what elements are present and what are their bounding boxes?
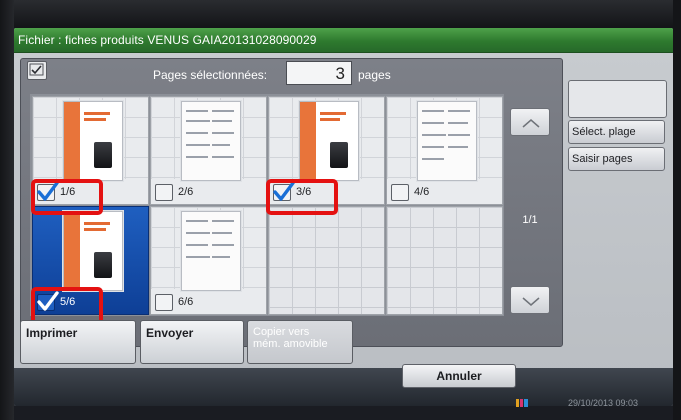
chevron-up-icon	[522, 119, 540, 128]
scroll-down-button[interactable]	[510, 286, 550, 314]
page-checkbox[interactable]	[155, 184, 173, 201]
page-checkbox[interactable]	[391, 184, 409, 201]
page-thumbnail	[63, 101, 123, 181]
page-number: 2/6	[178, 186, 194, 198]
selected-pages-count: 3	[286, 61, 352, 85]
device-bezel-right	[673, 0, 681, 420]
selected-pages-label: Pages sélectionnées:	[153, 68, 268, 82]
copy-to-removable-line-1: Copier vers	[253, 326, 310, 338]
printer-image	[330, 142, 348, 168]
status-indicator-icon	[516, 399, 528, 407]
selected-pages-unit: pages	[358, 68, 391, 82]
cancel-button[interactable]: Annuler	[402, 364, 516, 388]
printer-image	[94, 142, 112, 168]
annotation-box-page-1	[31, 179, 103, 215]
page-thumbnail	[63, 211, 123, 291]
empty-page-slot	[268, 206, 385, 315]
enter-pages-button[interactable]: Saisir pages	[568, 147, 665, 171]
page-cell-2[interactable]: 2/6	[150, 96, 267, 205]
print-button[interactable]: Imprimer	[20, 320, 136, 364]
page-thumbnail	[181, 101, 241, 181]
send-button[interactable]: Envoyer	[140, 320, 244, 364]
chevron-down-icon	[522, 297, 540, 306]
copy-to-removable-button[interactable]: Copier vers mém. amovible	[247, 320, 353, 364]
scroll-up-button[interactable]	[510, 108, 550, 136]
status-datetime: 29/10/2013 09:03	[568, 398, 639, 408]
page-cell-4[interactable]: 4/6	[386, 96, 503, 205]
page-thumbnail-grid: 1/6 2/6 3/6 4/6 5/6 6/6	[30, 94, 504, 325]
page-thumbnail	[417, 101, 477, 181]
window-title: Fichier : fiches produits VENUS GAIA2013…	[18, 33, 317, 47]
empty-page-slot	[386, 206, 503, 315]
printer-image	[94, 252, 112, 278]
touch-screen: Fichier : fiches produits VENUS GAIA2013…	[14, 28, 673, 406]
device-bezel-left	[0, 0, 14, 420]
page-thumbnail	[181, 211, 241, 291]
select-range-button[interactable]: Sélect. plage	[568, 120, 665, 144]
checkmark-icon	[29, 63, 44, 76]
page-cell-6[interactable]: 6/6	[150, 206, 267, 315]
title-bar: Fichier : fiches produits VENUS GAIA2013…	[14, 28, 673, 53]
select-all-checkbox[interactable]	[27, 61, 47, 80]
page-thumbnail	[299, 101, 359, 181]
page-checkbox[interactable]	[155, 294, 173, 311]
range-display	[568, 80, 667, 118]
page-indicator: 1/1	[522, 214, 538, 226]
pager: 1/1	[510, 108, 550, 330]
page-number: 6/6	[178, 296, 194, 308]
page-number: 4/6	[414, 186, 430, 198]
copy-to-removable-line-2: mém. amovible	[253, 338, 328, 350]
annotation-box-page-3	[266, 179, 338, 215]
